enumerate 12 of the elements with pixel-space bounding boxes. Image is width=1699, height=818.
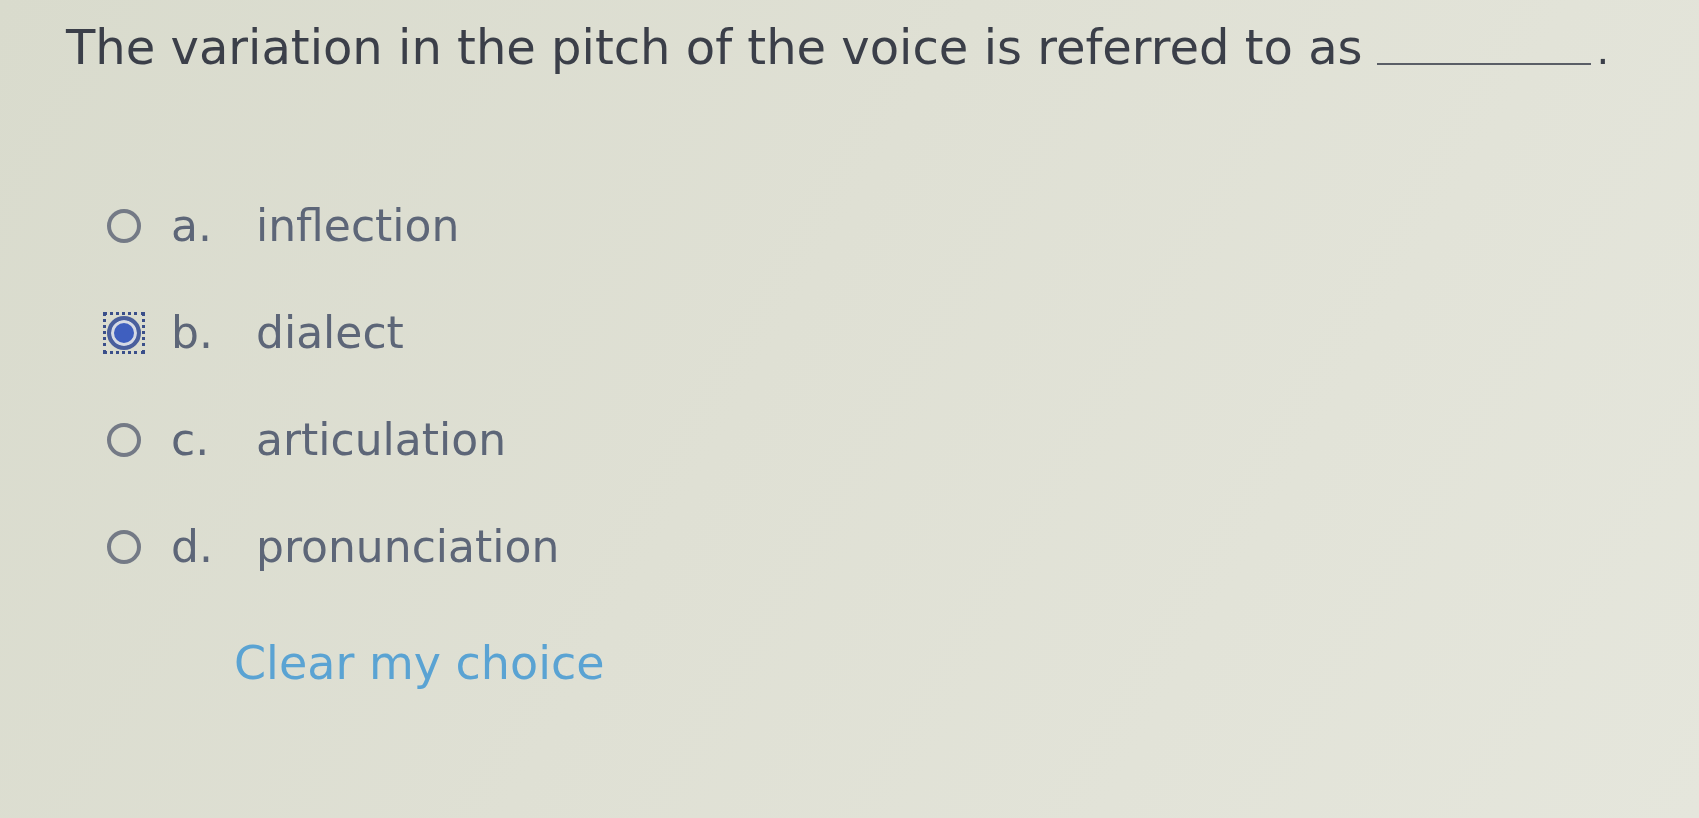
option-label: pronunciation [256, 520, 560, 574]
option-letter: c. [171, 413, 211, 467]
question-period: . [1596, 26, 1610, 75]
radio-button[interactable] [103, 312, 145, 354]
question-text: The variation in the pitch of the voice is referred to as [66, 18, 1363, 77]
option-letter: b. [171, 306, 214, 360]
option-label: inflection [256, 199, 460, 253]
option-label: dialect [256, 306, 404, 360]
option-label: articulation [256, 413, 507, 467]
option-letter: d. [171, 520, 214, 574]
clear-choice-link[interactable]: Clear my choice [234, 633, 605, 693]
option-letter: a. [171, 199, 213, 253]
